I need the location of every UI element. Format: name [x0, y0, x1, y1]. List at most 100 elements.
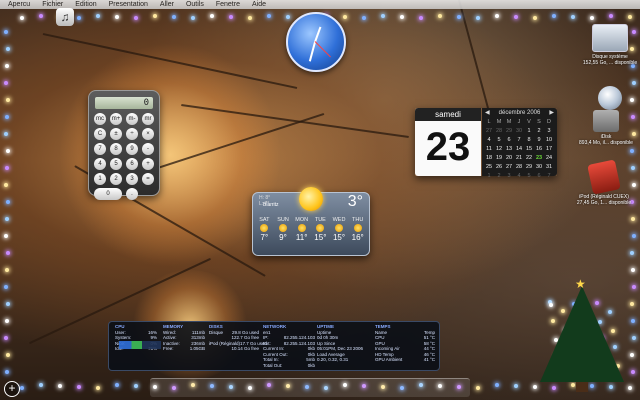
desktop-icon-ipod[interactable]: iPod (Réginald CUEX) 27,45 Go, 1... disp…: [570, 159, 638, 206]
calc-key-8[interactable]: 8: [110, 143, 122, 155]
string-light: [229, 15, 233, 19]
calendar-day-cell[interactable]: 13: [504, 145, 514, 153]
calendar-day-cell[interactable]: 1: [524, 127, 534, 135]
calendar-day-cell[interactable]: 29: [524, 163, 534, 171]
calendar-day-cell[interactable]: 16: [534, 145, 544, 153]
weather-widget[interactable]: H: 8° L: 7° Biarritz 3° SAT 7° SUN 9° MON 1…: [252, 187, 370, 256]
calendar-day-cell[interactable]: 12: [494, 145, 504, 153]
second-hand: [314, 41, 331, 58]
desktop-icon-idisk[interactable]: iDisk 893,4 Mo, il... disponible: [574, 110, 638, 146]
string-light: [552, 14, 556, 18]
calc-key-mplus[interactable]: m+: [110, 113, 122, 125]
menu-item[interactable]: Outils: [186, 0, 204, 9]
desktop-icon-system-disk[interactable]: Disque système 152,55 Go, ... disponible: [582, 24, 638, 66]
calendar-day-cell[interactable]: 29: [504, 127, 514, 135]
desktop-snowglobe[interactable]: [582, 86, 638, 112]
calendar-day-cell[interactable]: 31: [544, 163, 554, 171]
add-widget-button[interactable]: +: [4, 381, 20, 397]
menu-item[interactable]: Presentation: [109, 0, 148, 9]
calendar-day-cell[interactable]: 3: [544, 127, 554, 135]
calc-key-mc[interactable]: mc: [94, 113, 106, 125]
calc-key-3[interactable]: 3: [126, 173, 138, 185]
calc-key-1[interactable]: 1: [94, 173, 106, 185]
stat-label: GPU Ambient: [375, 357, 403, 362]
next-month-icon[interactable]: ▶: [549, 108, 554, 118]
calendar-day-cell[interactable]: 21: [514, 154, 524, 162]
calendar-day-cell[interactable]: 27: [504, 163, 514, 171]
calc-key-decimal[interactable]: .: [126, 188, 138, 200]
calendar-day-name: samedi: [415, 108, 481, 121]
calendar-day-cell[interactable]: 30: [514, 127, 524, 135]
calc-key-6[interactable]: 6: [126, 158, 138, 170]
calculator-widget[interactable]: 0 mc m+ m- mr C ± ÷ × 7 8 9 - 4 5 6 + 1 …: [88, 90, 160, 200]
menu-item[interactable]: Fenetre: [216, 0, 240, 9]
calc-key-equals[interactable]: =: [142, 173, 154, 185]
calendar-day-cell[interactable]: 5: [524, 172, 534, 180]
calendar-day-cell[interactable]: 26: [494, 163, 504, 171]
menu-item[interactable]: Edition: [75, 0, 96, 9]
calendar-day-cell[interactable]: 27: [484, 127, 494, 135]
calendar-day-cell[interactable]: 3: [504, 172, 514, 180]
menu-item[interactable]: Aller: [160, 0, 174, 9]
string-light: [419, 16, 423, 20]
string-light: [533, 385, 537, 389]
calc-key-divide[interactable]: ÷: [126, 128, 138, 140]
calc-key-minus[interactable]: -: [142, 143, 154, 155]
calendar-day-cell[interactable]: 10: [544, 136, 554, 144]
calc-key-0[interactable]: 0: [94, 188, 122, 200]
calendar-day-cell[interactable]: 11: [484, 145, 494, 153]
hard-drive-icon: [592, 24, 628, 52]
clock-widget[interactable]: [286, 12, 346, 72]
string-light: [571, 15, 575, 19]
menu-item[interactable]: Apercu: [8, 0, 30, 9]
calendar-day-cell[interactable]: 28: [514, 163, 524, 171]
forecast-temp: 15°: [332, 233, 346, 242]
calendar-day-cell[interactable]: 5: [494, 136, 504, 144]
calc-key-4[interactable]: 4: [94, 158, 106, 170]
calendar-day-cell[interactable]: 20: [504, 154, 514, 162]
calendar-day-cell[interactable]: 24: [544, 154, 554, 162]
calendar-day-cell[interactable]: 6: [504, 136, 514, 144]
calc-key-7[interactable]: 7: [94, 143, 106, 155]
weather-forecast: SAT 7° SUN 9° MON 11° TUE 15° WED 15° THU 16°: [255, 217, 367, 242]
calc-key-5[interactable]: 5: [110, 158, 122, 170]
string-light: [267, 14, 271, 18]
calc-key-multiply[interactable]: ×: [142, 128, 154, 140]
calendar-day-cell[interactable]: 2: [534, 127, 544, 135]
prev-month-icon[interactable]: ◀: [485, 108, 490, 118]
music-note-icon[interactable]: ♫: [56, 8, 74, 26]
calendar-day-cell[interactable]: 8: [524, 136, 534, 144]
calc-key-mr[interactable]: mr: [142, 113, 154, 125]
calendar-day-cell[interactable]: 30: [534, 163, 544, 171]
calendar-day-cell[interactable]: 4: [514, 172, 524, 180]
string-light: [210, 14, 214, 18]
calc-key-sign[interactable]: ±: [110, 128, 122, 140]
calendar-day-cell[interactable]: 1: [484, 172, 494, 180]
calendar-day-cell[interactable]: 23: [534, 154, 544, 162]
calc-key-clear[interactable]: C: [94, 128, 106, 140]
menu-item[interactable]: Aide: [252, 0, 266, 9]
calc-key-plus[interactable]: +: [142, 158, 154, 170]
dock[interactable]: [150, 378, 470, 397]
calc-key-mminus[interactable]: m-: [126, 113, 138, 125]
calendar-day-cell[interactable]: 6: [534, 172, 544, 180]
calendar-day-cell[interactable]: 28: [494, 127, 504, 135]
calendar-day-cell[interactable]: 2: [494, 172, 504, 180]
calendar-day-cell[interactable]: 7: [544, 172, 554, 180]
calc-key-2[interactable]: 2: [110, 173, 122, 185]
system-stats-widget[interactable]: CPUUser:16%System:9%Nice:0%Idle:75% MEMO…: [108, 321, 440, 371]
calendar-day-cell[interactable]: 25: [484, 163, 494, 171]
calendar-day-cell[interactable]: 4: [484, 136, 494, 144]
calendar-widget[interactable]: samedi 23 ◀ décembre 2006 ▶ L M M J V S D 27 28 2…: [415, 108, 557, 179]
calendar-day-cell[interactable]: 9: [534, 136, 544, 144]
calendar-day-cell[interactable]: 19: [494, 154, 504, 162]
calendar-grid: L M M J V S D 27 28 29 30 1 2 3 4 5 6 7 8 9 10 11 12 13 14 15 16 17…: [482, 118, 557, 180]
calendar-day-cell[interactable]: 15: [524, 145, 534, 153]
calendar-day-cell[interactable]: 22: [524, 154, 534, 162]
calendar-day-cell[interactable]: 7: [514, 136, 524, 144]
calendar-day-cell[interactable]: 14: [514, 145, 524, 153]
calendar-day-cell[interactable]: 18: [484, 154, 494, 162]
calendar-day-cell[interactable]: 17: [544, 145, 554, 153]
calc-key-9[interactable]: 9: [126, 143, 138, 155]
string-light: [4, 234, 8, 238]
